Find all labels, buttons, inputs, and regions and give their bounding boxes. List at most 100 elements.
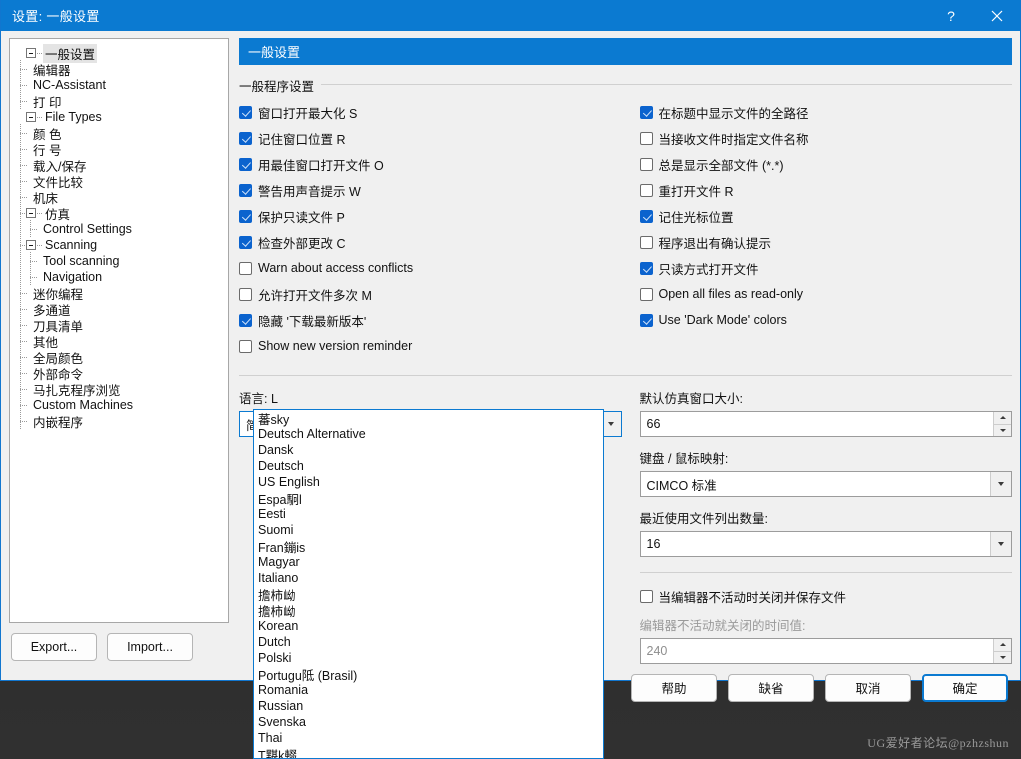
tree-item[interactable]: Scanning [16, 236, 226, 254]
stepper-down-button[interactable] [994, 651, 1011, 663]
checkbox-row[interactable]: 用最佳窗口打开文件 O [239, 151, 626, 177]
checkbox[interactable] [639, 157, 653, 171]
tree-collapse-icon[interactable] [26, 48, 36, 58]
tree-collapse-icon[interactable] [26, 240, 36, 250]
sim-window-size-spinner[interactable]: 66 [639, 411, 1012, 437]
checkbox[interactable] [639, 235, 653, 249]
checkbox-row[interactable]: 只读方式打开文件 [639, 255, 1013, 281]
autoclose-checkbox-row[interactable]: 当编辑器不活动时关闭并保存文件 [639, 583, 1013, 609]
autoclose-timeout-value[interactable]: 240 [641, 644, 994, 658]
tree-collapse-icon[interactable] [26, 112, 36, 122]
checkbox-row[interactable]: Open all files as read-only [639, 281, 1013, 307]
ok-button[interactable]: 确定 [922, 673, 1008, 702]
tree-item[interactable]: 内嵌程序 [16, 412, 226, 430]
checkbox[interactable] [239, 261, 252, 275]
checkbox-row[interactable]: 警告用声音提示 W [239, 177, 626, 203]
autoclose-timeout-spinner[interactable]: 240 [639, 638, 1012, 664]
dropdown-option[interactable]: Fran鏰is [254, 538, 603, 555]
dropdown-option[interactable]: T黮k輟 [254, 746, 603, 759]
checkbox-row[interactable]: Warn about access conflicts [239, 255, 626, 281]
checkbox[interactable] [239, 339, 252, 353]
dropdown-option[interactable]: Deutsch Alternative [254, 426, 603, 442]
dropdown-option[interactable]: 擔柿岰 [254, 586, 603, 603]
dropdown-option[interactable]: Deutsch [254, 458, 603, 474]
dropdown-option[interactable]: 蕃sky [254, 410, 603, 427]
recent-files-dropdown-arrow[interactable] [990, 532, 1011, 556]
checkbox[interactable] [239, 287, 252, 301]
tree-collapse-icon[interactable] [26, 208, 36, 218]
dropdown-option[interactable]: Russian [254, 698, 603, 714]
dropdown-option[interactable]: Dansk [254, 442, 603, 458]
cancel-button[interactable]: 取消 [825, 673, 911, 702]
dropdown-option[interactable]: Espa駉l [254, 490, 603, 507]
checkbox-row[interactable]: 记住光标位置 [639, 203, 1013, 229]
checkbox[interactable] [639, 313, 653, 327]
keymap-combobox[interactable]: CIMCO 标准 [639, 471, 1012, 497]
checkbox[interactable] [639, 183, 653, 197]
checkbox-row[interactable]: 在标题中显示文件的全路径 [639, 99, 1013, 125]
tree-item[interactable]: 马扎克程序浏览 [16, 380, 226, 398]
checkbox[interactable] [639, 131, 653, 145]
checkbox[interactable] [239, 183, 252, 197]
export-button[interactable]: Export... [11, 633, 97, 661]
recent-files-combobox[interactable]: 16 [639, 531, 1012, 557]
checkbox-row[interactable]: 总是显示全部文件 (*.*) [639, 151, 1013, 177]
dropdown-option[interactable]: Svenska [254, 714, 603, 730]
checkbox[interactable] [239, 209, 252, 223]
dropdown-option[interactable]: 擔柿岰 [254, 602, 603, 619]
tree-item[interactable]: Control Settings [16, 220, 226, 238]
dropdown-option[interactable]: Dutch [254, 634, 603, 650]
sim-window-size-value[interactable]: 66 [641, 417, 994, 431]
checkbox-row[interactable]: Show new version reminder [239, 333, 626, 359]
checkbox-row[interactable]: 记住窗口位置 R [239, 125, 626, 151]
close-button[interactable] [974, 0, 1020, 31]
dropdown-option[interactable]: Eesti [254, 506, 603, 522]
checkbox-row[interactable]: 隐藏 '下载最新版本' [239, 307, 626, 333]
stepper-up-button[interactable] [994, 412, 1011, 425]
checkbox[interactable] [639, 105, 653, 119]
tree-item[interactable]: 仿真 [16, 204, 226, 222]
tree-guide [16, 364, 27, 382]
checkbox[interactable] [239, 131, 252, 145]
dropdown-option[interactable]: Thai [254, 730, 603, 746]
dropdown-option[interactable]: US English [254, 474, 603, 490]
tree-item[interactable]: 编辑器 [16, 60, 226, 78]
tree-guide [16, 188, 27, 206]
help-button[interactable]: ? [928, 0, 974, 31]
checkbox[interactable] [239, 105, 252, 119]
dropdown-option[interactable]: Suomi [254, 522, 603, 538]
checkbox-column-right: 在标题中显示文件的全路径 当接收文件时指定文件名称 总是显示全部文件 (*.*) 重打… [626, 99, 1013, 359]
checkbox[interactable] [639, 209, 653, 223]
checkbox-row[interactable]: Use 'Dark Mode' colors [639, 307, 1013, 333]
tree-item[interactable]: Tool scanning [16, 252, 226, 270]
checkbox[interactable] [239, 313, 252, 327]
keymap-dropdown-arrow[interactable] [990, 472, 1011, 496]
checkbox-row[interactable]: 窗口打开最大化 S [239, 99, 626, 125]
dropdown-option[interactable]: Portugu阺 (Brasil) [254, 666, 603, 683]
stepper-up-button[interactable] [994, 639, 1011, 652]
checkbox[interactable] [639, 287, 653, 301]
dropdown-option[interactable]: Magyar [254, 554, 603, 570]
settings-tree[interactable]: 一般设置 编辑器 NC-Assistant 打 印 File Types 颜 色行 号载入… [9, 38, 229, 623]
defaults-button[interactable]: 缺省 [728, 673, 814, 702]
checkbox[interactable] [239, 235, 252, 249]
autoclose-checkbox[interactable] [639, 589, 653, 603]
checkbox-row[interactable]: 检查外部更改 C [239, 229, 626, 255]
checkbox-row[interactable]: 当接收文件时指定文件名称 [639, 125, 1013, 151]
dropdown-option[interactable]: Italiano [254, 570, 603, 586]
dropdown-option[interactable]: Romania [254, 682, 603, 698]
checkbox-row[interactable]: 重打开文件 R [639, 177, 1013, 203]
help-action-button[interactable]: 帮助 [631, 673, 717, 702]
autoclose-timeout-stepper[interactable] [993, 639, 1011, 663]
stepper-down-button[interactable] [994, 424, 1011, 436]
checkbox-row[interactable]: 程序退出有确认提示 [639, 229, 1013, 255]
tree-item[interactable]: 打 印 [16, 92, 226, 110]
checkbox[interactable] [639, 261, 653, 275]
dropdown-option[interactable]: Korean [254, 618, 603, 634]
language-dropdown-list[interactable]: 蕃sky Deutsch Alternative Dansk Deutsch US En… [253, 409, 604, 759]
checkbox-row[interactable]: 保护只读文件 P [239, 203, 626, 229]
checkbox[interactable] [239, 157, 252, 171]
checkbox-row[interactable]: 允许打开文件多次 M [239, 281, 626, 307]
sim-window-size-stepper[interactable] [993, 412, 1011, 436]
import-button[interactable]: Import... [107, 633, 193, 661]
